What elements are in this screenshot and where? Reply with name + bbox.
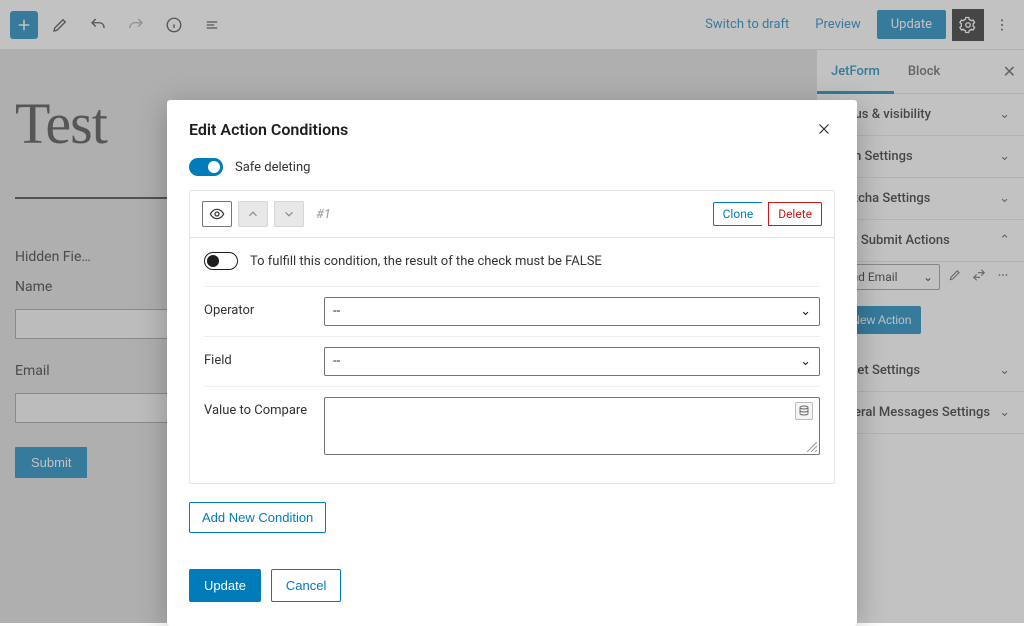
delete-condition-button[interactable]: Delete [768,202,822,226]
field-label: Field [204,347,324,368]
safe-deleting-label: Safe deleting [235,160,310,175]
modal-cancel-button[interactable]: Cancel [271,569,341,602]
clone-condition-button[interactable]: Clone [713,202,763,226]
operator-value: -- [333,304,340,319]
add-new-condition-button[interactable]: Add New Condition [189,502,326,533]
modal-title: Edit Action Conditions [189,120,348,139]
edit-action-conditions-modal: Edit Action Conditions Safe deleting [167,100,857,626]
modal-update-button[interactable]: Update [189,569,261,602]
chevron-down-icon: ⌄ [800,354,811,369]
field-value: -- [333,354,340,369]
value-to-compare-label: Value to Compare [204,397,324,418]
chevron-down-icon: ⌄ [800,304,811,319]
modal-overlay: Edit Action Conditions Safe deleting [0,0,1024,623]
close-modal-icon[interactable] [813,118,835,140]
operator-label: Operator [204,297,324,318]
value-to-compare-textarea[interactable] [324,397,820,455]
resize-grip-icon [807,442,817,452]
safe-deleting-toggle[interactable] [189,158,223,176]
invert-condition-label: To fulfill this condition, the result of… [250,254,602,269]
database-picker-icon[interactable] [795,402,813,420]
operator-select[interactable]: -- ⌄ [324,297,820,326]
move-down-button[interactable] [274,201,304,227]
field-select[interactable]: -- ⌄ [324,347,820,376]
condition-item: #1 Clone Delete To fulfill this conditio… [189,190,835,484]
move-up-button[interactable] [238,201,268,227]
visibility-toggle-icon[interactable] [202,201,232,227]
invert-condition-toggle[interactable] [204,252,238,270]
condition-number: #1 [316,207,331,222]
